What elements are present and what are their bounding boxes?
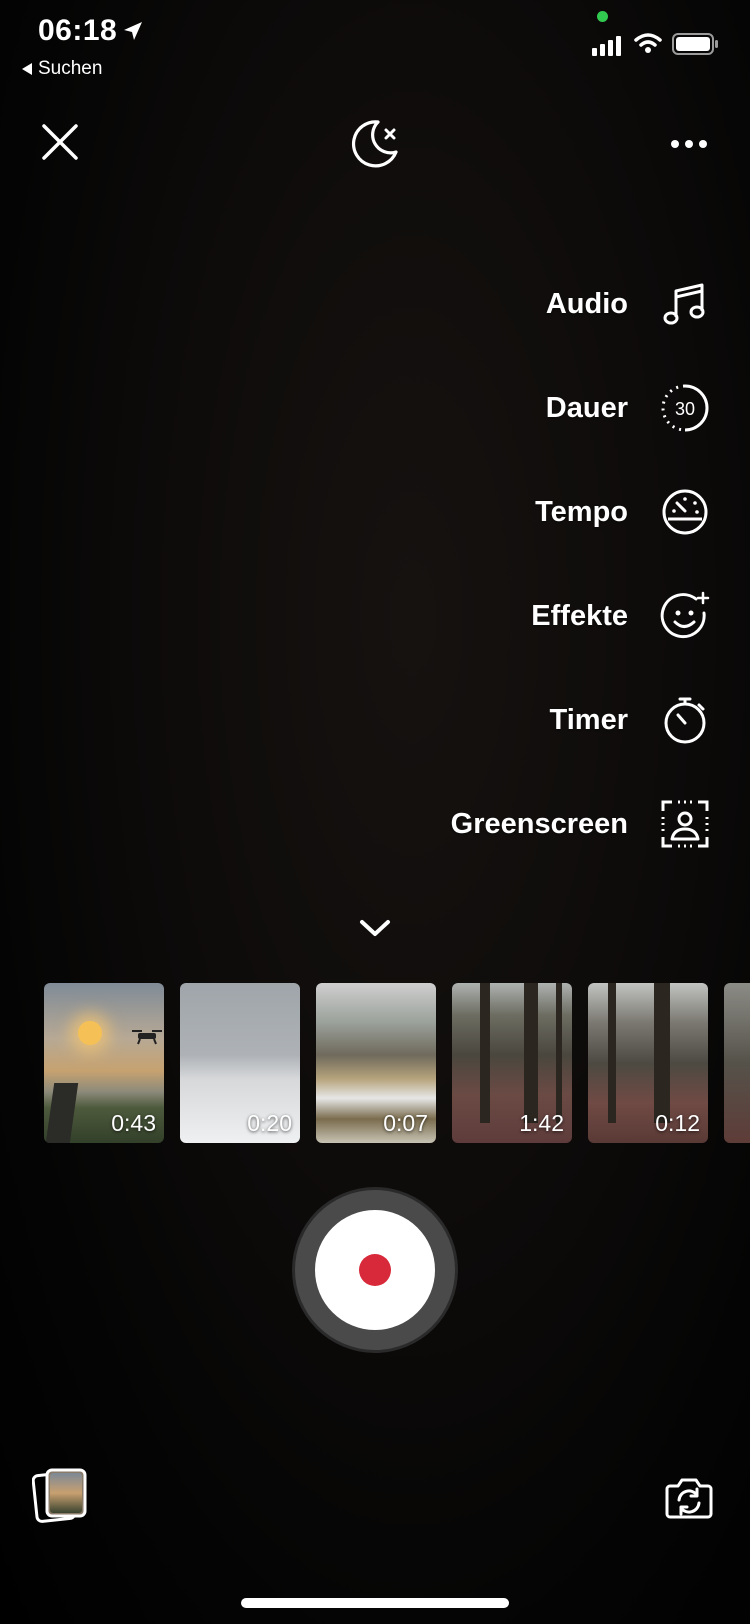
menu-item-greenscreen[interactable]: Greenscreen [451,772,710,876]
cellular-signal-icon [592,36,621,56]
face-sparkle-icon [660,591,710,639]
stopwatch-icon [664,697,706,744]
more-options-icon[interactable] [670,130,708,158]
menu-label: Dauer [545,391,628,424]
home-indicator[interactable] [241,1598,509,1608]
record-dot-icon [359,1254,391,1286]
recent-videos-strip: 0:43 0:20 0:07 1:42 0:12 [44,983,750,1143]
video-duration: 0:20 [247,1110,292,1136]
back-triangle-icon [22,63,32,75]
night-mode-icon[interactable] [348,116,402,170]
menu-label: Tempo [535,495,628,528]
camera-in-use-indicator [597,11,608,22]
speedometer-icon [662,489,708,535]
gallery-icon[interactable] [32,1466,90,1524]
video-thumbnail[interactable]: 0:12 [588,983,708,1143]
thumbnail-tree [480,983,490,1123]
record-button-inner [315,1210,435,1330]
menu-item-effects[interactable]: Effekte [451,564,710,668]
music-note-icon [663,283,705,325]
menu-item-duration[interactable]: Dauer 30 [451,356,710,460]
drone-graphic [132,1030,162,1045]
battery-icon [672,33,718,55]
record-button[interactable] [295,1190,455,1350]
back-app-label: Suchen [38,58,103,79]
thumbnail-tree [524,983,538,1123]
video-thumbnail[interactable]: 0:07 [316,983,436,1143]
thumbnail-tree [608,983,616,1123]
wifi-icon [634,33,662,53]
creation-tools-menu: Audio Dauer 30 Tempo Effekte Timer Green… [451,252,710,876]
duration-30-icon: 30 [661,384,709,432]
menu-label: Timer [549,703,628,736]
close-icon[interactable] [38,120,82,164]
video-duration: 1:42 [519,1110,564,1136]
video-duration: 0:12 [655,1110,700,1136]
video-thumbnail[interactable] [724,983,750,1143]
flip-camera-icon[interactable] [664,1472,714,1522]
video-thumbnail[interactable]: 1:42 [452,983,572,1143]
status-time: 06:18 [38,14,118,47]
video-duration: 0:43 [111,1110,156,1136]
greenscreen-icon [661,800,709,848]
menu-item-speed[interactable]: Tempo [451,460,710,564]
thumbnail-tree [556,983,562,1123]
collapse-menu-chevron-icon[interactable] [358,918,392,940]
menu-label: Effekte [531,599,628,632]
menu-item-audio[interactable]: Audio [451,252,710,356]
duration-icon-text: 30 [675,399,695,419]
menu-label: Audio [545,287,628,320]
back-to-app-button[interactable]: Suchen [22,58,102,80]
menu-label: Greenscreen [450,807,628,840]
thumbnail-tree [654,983,670,1123]
video-thumbnail[interactable]: 0:20 [180,983,300,1143]
thumbnail-path [45,1083,79,1143]
video-duration: 0:07 [383,1110,428,1136]
video-thumbnail[interactable]: 0:43 [44,983,164,1143]
location-arrow-icon [124,22,142,40]
thumbnail-sun [78,1021,102,1045]
menu-item-timer[interactable]: Timer [451,668,710,772]
